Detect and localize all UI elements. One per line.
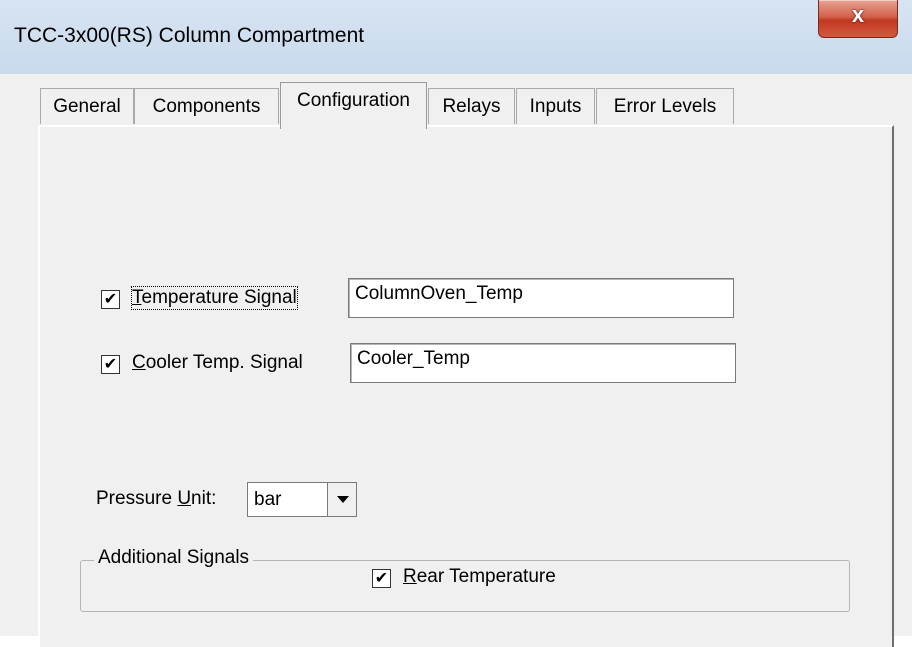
- close-icon: x: [851, 2, 865, 27]
- close-button[interactable]: x: [818, 0, 898, 38]
- window-title: TCC-3x00(RS) Column Compartment: [14, 24, 365, 47]
- tab-error-levels[interactable]: Error Levels: [596, 88, 734, 124]
- tab-components[interactable]: Components: [134, 88, 279, 124]
- tab-configuration[interactable]: Configuration: [280, 82, 427, 129]
- tab-general[interactable]: General: [40, 88, 134, 124]
- tab-inputs[interactable]: Inputs: [516, 88, 595, 124]
- tab-relays[interactable]: Relays: [428, 88, 515, 124]
- configuration-panel: [38, 125, 894, 647]
- title-bar: TCC-3x00(RS) Column Compartment x: [0, 0, 912, 74]
